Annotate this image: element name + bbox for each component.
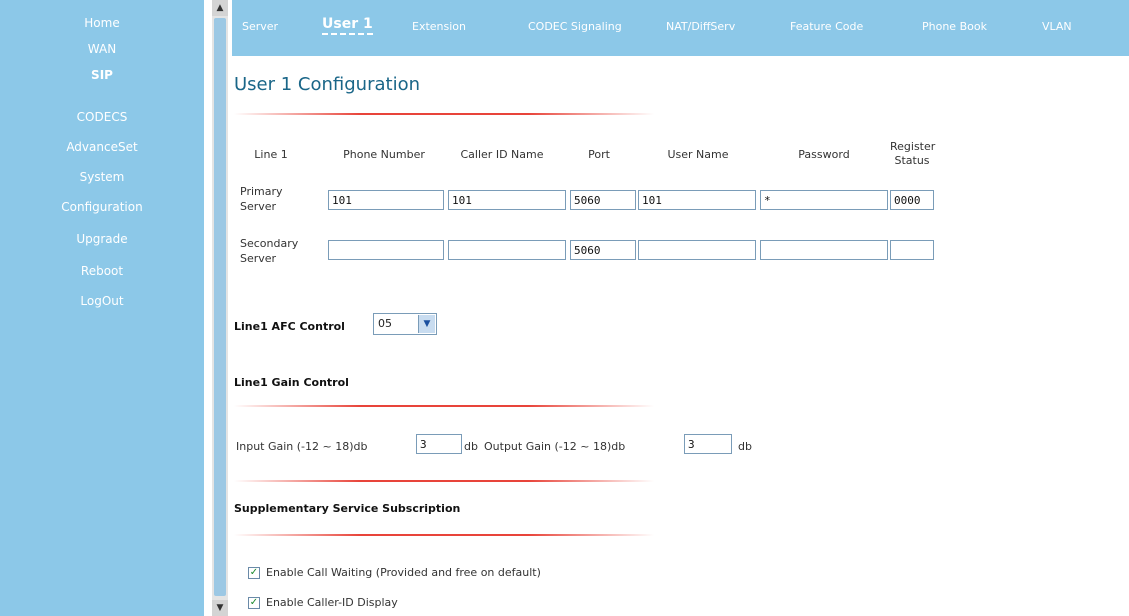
divider (234, 534, 654, 536)
supplementary-service-label: Supplementary Service Subscription (234, 502, 461, 515)
row-label-primary: Primary Server (240, 184, 283, 214)
col-header-register-status: Register Status (890, 140, 936, 167)
tab-user-1[interactable]: User 1 (322, 16, 373, 35)
divider (234, 113, 654, 115)
col-header-caller-id: Caller ID Name (460, 148, 544, 161)
chevron-down-icon[interactable]: ▼ (418, 315, 435, 333)
tab-nat-diffserv[interactable]: NAT/DiffServ (666, 20, 735, 33)
secondary-port-input[interactable] (570, 240, 636, 260)
afc-control-select[interactable]: 05 ▼ (373, 313, 437, 335)
output-gain-label: Output Gain (-12 ~ 18)db (484, 440, 626, 453)
divider (234, 480, 654, 482)
sidebar-nav: Home WAN SIP CODECS AdvanceSet System Co… (0, 0, 204, 616)
nav-item-wan[interactable]: WAN (0, 40, 204, 58)
tab-vlan[interactable]: VLAN (1042, 20, 1072, 33)
nav-item-sip[interactable]: SIP (0, 66, 204, 84)
caller-id-display-label: Enable Caller-ID Display (266, 596, 398, 609)
nav-item-reboot[interactable]: Reboot (0, 262, 204, 280)
nav-item-codecs[interactable]: CODECS (0, 108, 204, 126)
nav-item-upgrade[interactable]: Upgrade (0, 230, 204, 248)
secondary-phone-number-input[interactable] (328, 240, 444, 260)
tab-server[interactable]: Server (242, 20, 278, 33)
scroll-up-icon[interactable]: ▲ (212, 0, 228, 16)
primary-caller-id-input[interactable] (448, 190, 566, 210)
afc-control-value: 05 (378, 317, 392, 330)
primary-port-input[interactable] (570, 190, 636, 210)
col-header-phone: Phone Number (343, 148, 425, 161)
row-label-line2: Server (240, 252, 277, 265)
row-label-line1: Secondary (240, 237, 299, 250)
primary-register-status-input[interactable] (890, 190, 934, 210)
tab-bar: Server User 1 Extension CODEC Signaling … (232, 0, 1129, 56)
row-label-line2: Server (240, 200, 277, 213)
row-label-line1: Primary (240, 185, 283, 198)
divider (234, 405, 654, 407)
secondary-user-name-input[interactable] (638, 240, 756, 260)
col-header-line: Line 1 (254, 148, 288, 161)
primary-password-input[interactable] (760, 190, 888, 210)
page-title: User 1 Configuration (234, 74, 420, 95)
primary-phone-number-input[interactable] (328, 190, 444, 210)
secondary-caller-id-input[interactable] (448, 240, 566, 260)
afc-control-label: Line1 AFC Control (234, 320, 345, 333)
tab-phone-book[interactable]: Phone Book (922, 20, 987, 33)
input-gain-unit: db (464, 440, 478, 453)
input-gain-label: Input Gain (-12 ~ 18)db (236, 440, 368, 453)
output-gain-input[interactable] (684, 434, 732, 454)
nav-item-configuration[interactable]: Configuration (0, 198, 204, 216)
primary-user-name-input[interactable] (638, 190, 756, 210)
input-gain-input[interactable] (416, 434, 462, 454)
call-waiting-checkbox[interactable]: ✓ (248, 567, 260, 579)
nav-item-logout[interactable]: LogOut (0, 292, 204, 310)
col-header-user: User Name (667, 148, 729, 161)
secondary-password-input[interactable] (760, 240, 888, 260)
scroll-down-icon[interactable]: ▼ (212, 600, 228, 616)
tab-extension[interactable]: Extension (412, 20, 466, 33)
secondary-register-status-input[interactable] (890, 240, 934, 260)
call-waiting-label: Enable Call Waiting (Provided and free o… (266, 566, 541, 579)
row-label-secondary: Secondary Server (240, 236, 298, 266)
nav-item-system[interactable]: System (0, 168, 204, 186)
col-header-password: Password (798, 148, 850, 161)
nav-item-advanceset[interactable]: AdvanceSet (0, 138, 204, 156)
nav-item-home[interactable]: Home (0, 14, 204, 32)
col-header-port: Port (588, 148, 610, 161)
gain-control-label: Line1 Gain Control (234, 376, 349, 389)
output-gain-unit: db (738, 440, 752, 453)
vertical-scrollbar[interactable]: ▲ ▼ (212, 0, 228, 616)
caller-id-display-checkbox[interactable]: ✓ (248, 597, 260, 609)
scrollbar-thumb[interactable] (214, 18, 226, 596)
tab-feature-code[interactable]: Feature Code (790, 20, 863, 33)
tab-codec-signaling[interactable]: CODEC Signaling (528, 20, 622, 33)
